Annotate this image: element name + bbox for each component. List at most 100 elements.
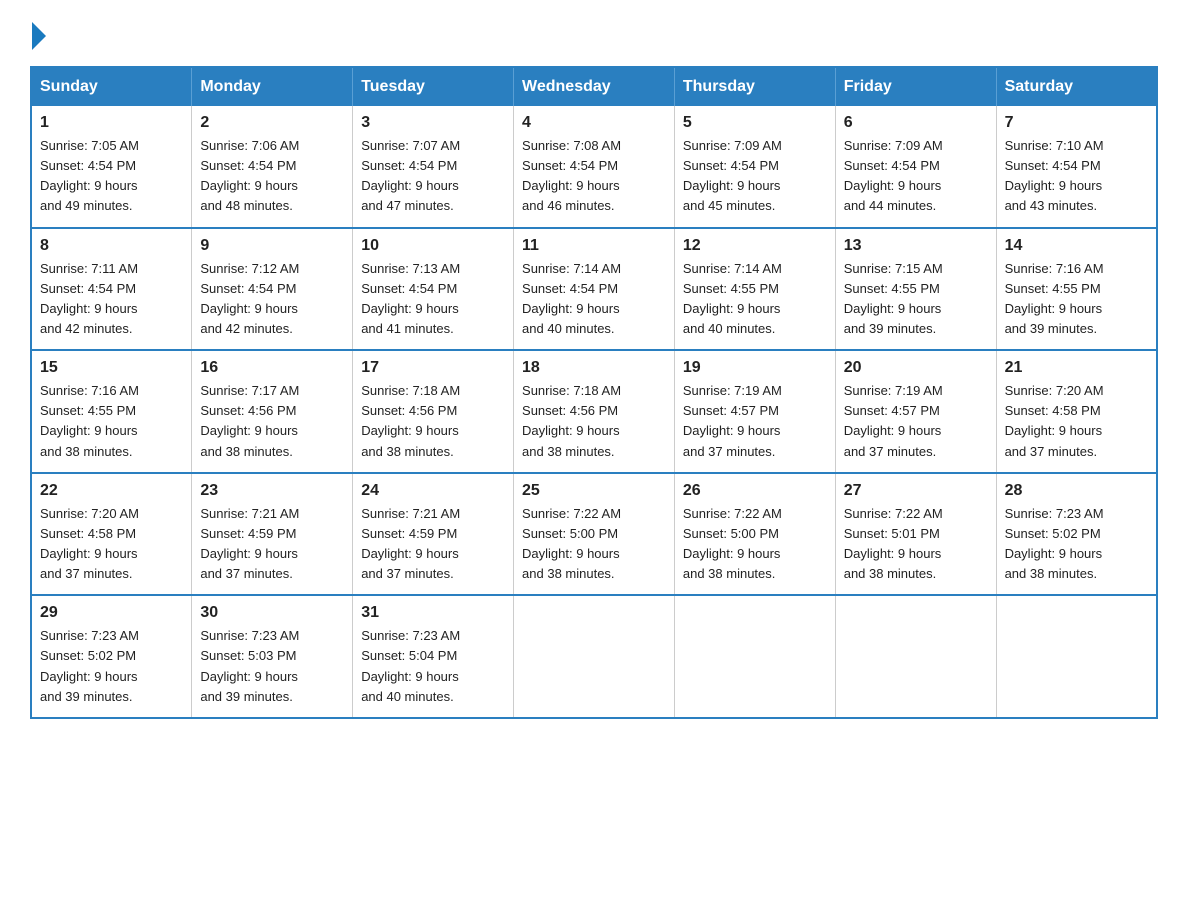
calendar-cell — [996, 595, 1157, 718]
calendar-cell: 24 Sunrise: 7:21 AMSunset: 4:59 PMDayligh… — [353, 473, 514, 596]
calendar-cell — [835, 595, 996, 718]
logo-arrow-icon — [32, 22, 46, 50]
calendar-cell: 1 Sunrise: 7:05 AMSunset: 4:54 PMDaylight… — [31, 106, 192, 228]
day-info: Sunrise: 7:05 AMSunset: 4:54 PMDaylight:… — [40, 136, 183, 217]
calendar-cell: 30 Sunrise: 7:23 AMSunset: 5:03 PMDayligh… — [192, 595, 353, 718]
day-info: Sunrise: 7:08 AMSunset: 4:54 PMDaylight:… — [522, 136, 666, 217]
day-info: Sunrise: 7:16 AMSunset: 4:55 PMDaylight:… — [40, 381, 183, 462]
calendar-cell: 4 Sunrise: 7:08 AMSunset: 4:54 PMDaylight… — [514, 106, 675, 228]
calendar-cell: 12Sunrise: 7:14 AMSunset: 4:55 PMDayligh… — [674, 228, 835, 351]
day-number: 13 — [844, 237, 988, 255]
day-of-week-header: Monday — [192, 67, 353, 106]
day-of-week-header: Sunday — [31, 67, 192, 106]
calendar-header-row: SundayMondayTuesdayWednesdayThursdayFrid… — [31, 67, 1157, 106]
day-number: 18 — [522, 359, 666, 377]
day-number: 23 — [200, 482, 344, 500]
calendar-cell: 29 Sunrise: 7:23 AMSunset: 5:02 PMDayligh… — [31, 595, 192, 718]
day-number: 22 — [40, 482, 183, 500]
day-info: Sunrise: 7:23 AMSunset: 5:02 PMDaylight:… — [1005, 504, 1148, 585]
calendar-cell: 7 Sunrise: 7:10 AMSunset: 4:54 PMDaylight… — [996, 106, 1157, 228]
calendar-cell: 5 Sunrise: 7:09 AMSunset: 4:54 PMDaylight… — [674, 106, 835, 228]
day-info: Sunrise: 7:20 AMSunset: 4:58 PMDaylight:… — [40, 504, 183, 585]
day-info: Sunrise: 7:16 AMSunset: 4:55 PMDaylight:… — [1005, 259, 1148, 340]
calendar-cell: 8 Sunrise: 7:11 AMSunset: 4:54 PMDaylight… — [31, 228, 192, 351]
day-number: 1 — [40, 114, 183, 132]
day-of-week-header: Thursday — [674, 67, 835, 106]
calendar-week-row: 15 Sunrise: 7:16 AMSunset: 4:55 PMDayligh… — [31, 350, 1157, 473]
day-info: Sunrise: 7:11 AMSunset: 4:54 PMDaylight:… — [40, 259, 183, 340]
day-info: Sunrise: 7:22 AMSunset: 5:01 PMDaylight:… — [844, 504, 988, 585]
day-info: Sunrise: 7:07 AMSunset: 4:54 PMDaylight:… — [361, 136, 505, 217]
day-info: Sunrise: 7:21 AMSunset: 4:59 PMDaylight:… — [361, 504, 505, 585]
calendar-cell: 14 Sunrise: 7:16 AMSunset: 4:55 PMDayligh… — [996, 228, 1157, 351]
day-of-week-header: Saturday — [996, 67, 1157, 106]
day-number: 21 — [1005, 359, 1148, 377]
calendar-cell: 18 Sunrise: 7:18 AMSunset: 4:56 PMDayligh… — [514, 350, 675, 473]
day-number: 26 — [683, 482, 827, 500]
day-info: Sunrise: 7:22 AMSunset: 5:00 PMDaylight:… — [522, 504, 666, 585]
day-info: Sunrise: 7:09 AMSunset: 4:54 PMDaylight:… — [683, 136, 827, 217]
calendar-cell: 31 Sunrise: 7:23 AMSunset: 5:04 PMDayligh… — [353, 595, 514, 718]
calendar-cell: 6Sunrise: 7:09 AMSunset: 4:54 PMDaylight… — [835, 106, 996, 228]
day-info: Sunrise: 7:19 AMSunset: 4:57 PMDaylight:… — [844, 381, 988, 462]
calendar-cell: 21 Sunrise: 7:20 AMSunset: 4:58 PMDayligh… — [996, 350, 1157, 473]
day-info: Sunrise: 7:18 AMSunset: 4:56 PMDaylight:… — [522, 381, 666, 462]
calendar-table: SundayMondayTuesdayWednesdayThursdayFrid… — [30, 66, 1158, 719]
calendar-cell — [674, 595, 835, 718]
calendar-cell: 22 Sunrise: 7:20 AMSunset: 4:58 PMDayligh… — [31, 473, 192, 596]
day-info: Sunrise: 7:10 AMSunset: 4:54 PMDaylight:… — [1005, 136, 1148, 217]
day-number: 11 — [522, 237, 666, 255]
day-number: 17 — [361, 359, 505, 377]
calendar-cell: 25Sunrise: 7:22 AMSunset: 5:00 PMDayligh… — [514, 473, 675, 596]
day-number: 3 — [361, 114, 505, 132]
day-number: 30 — [200, 604, 344, 622]
calendar-cell: 20 Sunrise: 7:19 AMSunset: 4:57 PMDayligh… — [835, 350, 996, 473]
day-info: Sunrise: 7:17 AMSunset: 4:56 PMDaylight:… — [200, 381, 344, 462]
calendar-cell: 19 Sunrise: 7:19 AMSunset: 4:57 PMDayligh… — [674, 350, 835, 473]
day-number: 19 — [683, 359, 827, 377]
day-info: Sunrise: 7:20 AMSunset: 4:58 PMDaylight:… — [1005, 381, 1148, 462]
day-info: Sunrise: 7:14 AMSunset: 4:54 PMDaylight:… — [522, 259, 666, 340]
day-info: Sunrise: 7:13 AMSunset: 4:54 PMDaylight:… — [361, 259, 505, 340]
calendar-cell: 3 Sunrise: 7:07 AMSunset: 4:54 PMDaylight… — [353, 106, 514, 228]
day-info: Sunrise: 7:14 AMSunset: 4:55 PMDaylight:… — [683, 259, 827, 340]
day-info: Sunrise: 7:23 AMSunset: 5:04 PMDaylight:… — [361, 626, 505, 707]
day-info: Sunrise: 7:22 AMSunset: 5:00 PMDaylight:… — [683, 504, 827, 585]
day-info: Sunrise: 7:23 AMSunset: 5:02 PMDaylight:… — [40, 626, 183, 707]
logo — [30, 20, 46, 46]
calendar-cell: 13 Sunrise: 7:15 AMSunset: 4:55 PMDayligh… — [835, 228, 996, 351]
day-number: 5 — [683, 114, 827, 132]
day-number: 10 — [361, 237, 505, 255]
day-info: Sunrise: 7:15 AMSunset: 4:55 PMDaylight:… — [844, 259, 988, 340]
calendar-cell — [514, 595, 675, 718]
calendar-cell: 16 Sunrise: 7:17 AMSunset: 4:56 PMDayligh… — [192, 350, 353, 473]
day-number: 8 — [40, 237, 183, 255]
day-number: 27 — [844, 482, 988, 500]
day-number: 15 — [40, 359, 183, 377]
day-number: 2 — [200, 114, 344, 132]
day-number: 31 — [361, 604, 505, 622]
day-info: Sunrise: 7:18 AMSunset: 4:56 PMDaylight:… — [361, 381, 505, 462]
day-of-week-header: Friday — [835, 67, 996, 106]
day-info: Sunrise: 7:06 AMSunset: 4:54 PMDaylight:… — [200, 136, 344, 217]
day-number: 14 — [1005, 237, 1148, 255]
day-number: 7 — [1005, 114, 1148, 132]
calendar-cell: 15 Sunrise: 7:16 AMSunset: 4:55 PMDayligh… — [31, 350, 192, 473]
day-info: Sunrise: 7:19 AMSunset: 4:57 PMDaylight:… — [683, 381, 827, 462]
calendar-week-row: 29 Sunrise: 7:23 AMSunset: 5:02 PMDayligh… — [31, 595, 1157, 718]
calendar-cell: 2 Sunrise: 7:06 AMSunset: 4:54 PMDaylight… — [192, 106, 353, 228]
day-info: Sunrise: 7:21 AMSunset: 4:59 PMDaylight:… — [200, 504, 344, 585]
calendar-cell: 28 Sunrise: 7:23 AMSunset: 5:02 PMDayligh… — [996, 473, 1157, 596]
day-number: 9 — [200, 237, 344, 255]
day-number: 24 — [361, 482, 505, 500]
day-of-week-header: Tuesday — [353, 67, 514, 106]
calendar-cell: 10 Sunrise: 7:13 AMSunset: 4:54 PMDayligh… — [353, 228, 514, 351]
calendar-cell: 9Sunrise: 7:12 AMSunset: 4:54 PMDaylight… — [192, 228, 353, 351]
calendar-cell: 11 Sunrise: 7:14 AMSunset: 4:54 PMDayligh… — [514, 228, 675, 351]
day-number: 20 — [844, 359, 988, 377]
day-number: 28 — [1005, 482, 1148, 500]
day-info: Sunrise: 7:23 AMSunset: 5:03 PMDaylight:… — [200, 626, 344, 707]
day-number: 29 — [40, 604, 183, 622]
day-number: 4 — [522, 114, 666, 132]
day-number: 16 — [200, 359, 344, 377]
